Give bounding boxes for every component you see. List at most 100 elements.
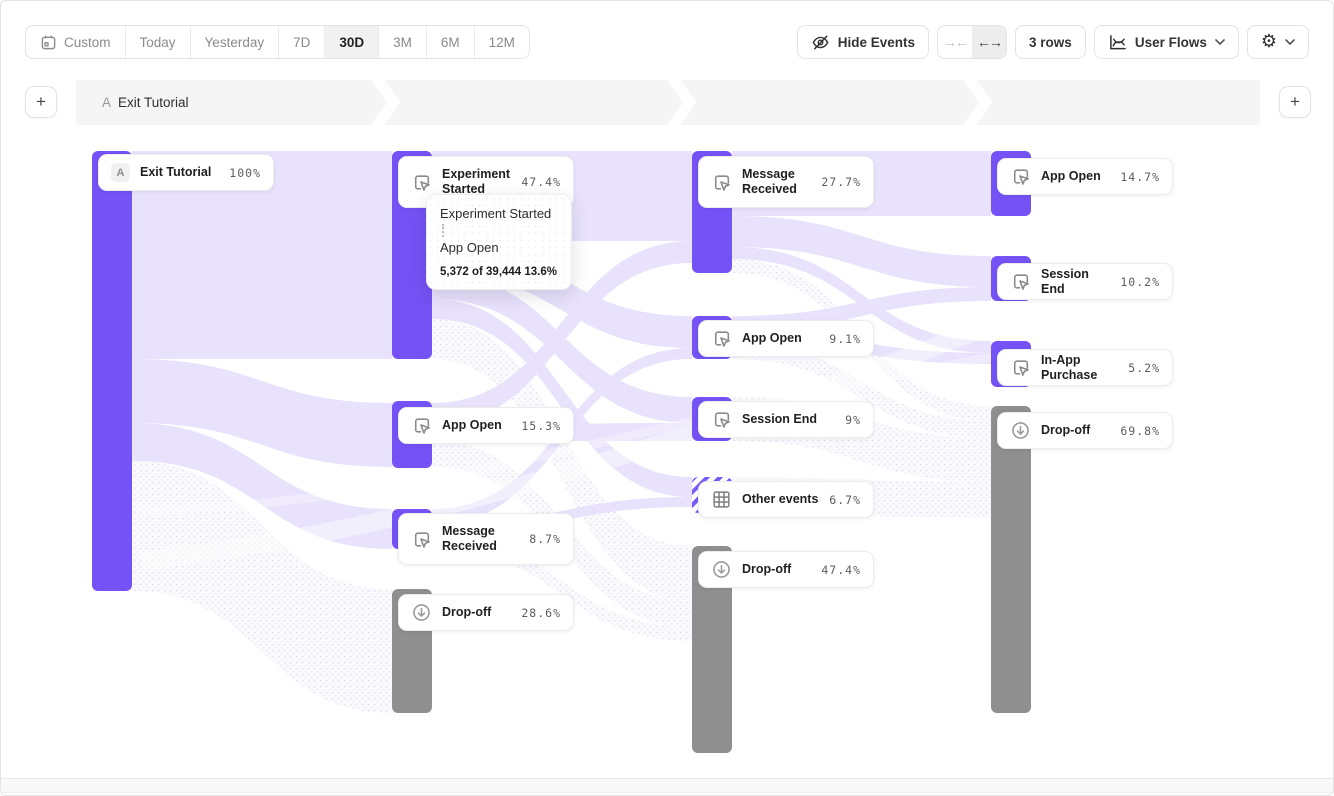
grid-icon bbox=[711, 489, 732, 510]
node-percentage: 28.6% bbox=[521, 606, 561, 620]
add-step-right-button[interactable]: + bbox=[1279, 86, 1311, 118]
node-percentage: 8.7% bbox=[529, 532, 561, 546]
node-card-session-end[interactable]: Session End10.2% bbox=[997, 263, 1173, 300]
node-percentage: 100% bbox=[229, 166, 261, 180]
node-label: Exit Tutorial bbox=[140, 165, 219, 180]
event-cursor-icon bbox=[1010, 271, 1031, 292]
step-band[interactable]: A Exit Tutorial bbox=[76, 80, 1260, 125]
node-card-app-open[interactable]: App Open 14.7% bbox=[997, 158, 1173, 195]
node-label: Drop-off bbox=[442, 605, 511, 620]
tooltip-to-event: App Open bbox=[440, 240, 558, 255]
date-range-label: 12M bbox=[489, 35, 515, 50]
node-label: Experiment Started bbox=[442, 167, 511, 197]
node-percentage: 27.7% bbox=[821, 175, 861, 189]
node-card-drop-off[interactable]: Drop-off 69.8% bbox=[997, 412, 1173, 449]
node-card-message-received[interactable]: Message Received 27.7% bbox=[698, 156, 874, 208]
add-step-left-button[interactable]: + bbox=[25, 86, 57, 118]
node-label: Drop-off bbox=[742, 562, 811, 577]
date-range-label: 30D bbox=[339, 35, 364, 50]
node-percentage: 9.1% bbox=[829, 332, 861, 346]
step-separator-chevron-icon bbox=[372, 80, 402, 125]
width-toggle: →← ←→ bbox=[937, 25, 1007, 59]
date-range-label: 6M bbox=[441, 35, 460, 50]
node-percentage: 69.8% bbox=[1120, 424, 1160, 438]
rows-button[interactable]: 3 rows bbox=[1015, 25, 1086, 59]
toolbar: Custom Today Yesterday 7D 30D 3M 6M 12M Hide Ev… bbox=[25, 25, 1309, 59]
node-label: Message Received bbox=[742, 167, 811, 197]
chart-type-label: User Flows bbox=[1135, 35, 1207, 50]
node-percentage: 15.3% bbox=[521, 419, 561, 433]
date-range-3m[interactable]: 3M bbox=[379, 26, 427, 58]
hide-events-label: Hide Events bbox=[838, 35, 915, 50]
event-cursor-icon bbox=[411, 172, 432, 193]
date-range-today[interactable]: Today bbox=[126, 26, 191, 58]
tooltip-connector bbox=[442, 224, 444, 237]
step-separator-chevron-icon bbox=[964, 80, 994, 125]
date-range-6m[interactable]: 6M bbox=[427, 26, 475, 58]
node-card-in-app-purchase[interactable]: In-App Purchase 5.2% bbox=[997, 349, 1173, 386]
flow-chart-icon bbox=[1108, 34, 1127, 51]
drop-off-icon bbox=[711, 559, 732, 580]
drop-off-icon bbox=[1010, 420, 1031, 441]
step-label: A Exit Tutorial bbox=[102, 80, 189, 125]
node-label: App Open bbox=[1041, 169, 1110, 184]
date-range-custom[interactable]: Custom bbox=[26, 26, 126, 58]
tooltip-from-event: Experiment Started bbox=[440, 206, 558, 221]
node-card-session-end[interactable]: Session End 9% bbox=[698, 401, 874, 438]
step-title: Exit Tutorial bbox=[118, 95, 189, 110]
node-bar-exit-tutorial[interactable] bbox=[92, 151, 132, 591]
expand-width-button[interactable]: ←→ bbox=[972, 26, 1006, 58]
chart-type-dropdown[interactable]: User Flows bbox=[1094, 25, 1239, 59]
node-card-other-events[interactable]: Other events6.7% bbox=[698, 481, 874, 518]
toolbar-right: Hide Events →← ←→ 3 rows User Flows bbox=[797, 25, 1309, 59]
node-percentage: 6.7% bbox=[829, 493, 861, 507]
date-range-30d[interactable]: 30D bbox=[325, 26, 379, 58]
node-percentage: 47.4% bbox=[821, 563, 861, 577]
date-range-yesterday[interactable]: Yesterday bbox=[191, 26, 280, 58]
rows-label: 3 rows bbox=[1029, 35, 1072, 50]
node-card-app-open[interactable]: App Open 9.1% bbox=[698, 320, 874, 357]
hide-events-button[interactable]: Hide Events bbox=[797, 25, 929, 59]
date-range-label: Custom bbox=[64, 35, 111, 50]
step-header: + A Exit Tutorial + bbox=[1, 80, 1333, 125]
settings-dropdown[interactable]: ⚙ bbox=[1247, 25, 1309, 59]
event-cursor-icon bbox=[411, 415, 432, 436]
event-cursor-icon bbox=[711, 172, 732, 193]
node-card-drop-off[interactable]: Drop-off 28.6% bbox=[398, 594, 574, 631]
node-label: Drop-off bbox=[1041, 423, 1110, 438]
date-range-label: Today bbox=[140, 35, 176, 50]
date-range-picker: Custom Today Yesterday 7D 30D 3M 6M 12M bbox=[25, 25, 530, 59]
user-flows-app: Custom Today Yesterday 7D 30D 3M 6M 12M Hide Ev… bbox=[0, 0, 1334, 796]
event-cursor-icon bbox=[411, 529, 432, 550]
chevron-down-icon bbox=[1215, 39, 1225, 45]
gear-icon: ⚙ bbox=[1261, 33, 1277, 51]
node-bar-drop-off[interactable] bbox=[991, 406, 1031, 713]
node-label: In-App Purchase bbox=[1041, 353, 1118, 383]
node-label: Message Received bbox=[442, 524, 519, 554]
node-percentage: 9% bbox=[845, 413, 861, 427]
drop-off-icon bbox=[411, 602, 432, 623]
node-label: App Open bbox=[742, 331, 819, 346]
node-card-message-received[interactable]: Message Received 8.7% bbox=[398, 513, 574, 565]
node-percentage: 14.7% bbox=[1120, 170, 1160, 184]
calendar-icon bbox=[40, 34, 57, 51]
event-cursor-icon bbox=[711, 328, 732, 349]
step-separator-chevron-icon bbox=[668, 80, 698, 125]
node-card-exit-tutorial[interactable]: AExit Tutorial100% bbox=[98, 154, 274, 191]
date-range-label: 7D bbox=[293, 35, 310, 50]
node-label: Session End bbox=[742, 412, 835, 427]
step-letter: A bbox=[102, 95, 111, 110]
node-label: Session End bbox=[1041, 267, 1110, 297]
eye-off-icon bbox=[811, 33, 830, 52]
date-range-12m[interactable]: 12M bbox=[475, 26, 529, 58]
event-cursor-icon bbox=[1010, 166, 1031, 187]
node-percentage: 47.4% bbox=[521, 175, 561, 189]
node-card-drop-off[interactable]: Drop-off 47.4% bbox=[698, 551, 874, 588]
event-cursor-icon bbox=[1010, 357, 1031, 378]
node-card-app-open[interactable]: App Open15.3% bbox=[398, 407, 574, 444]
collapse-width-button[interactable]: →← bbox=[938, 26, 972, 58]
node-percentage: 5.2% bbox=[1128, 361, 1160, 375]
date-range-7d[interactable]: 7D bbox=[279, 26, 325, 58]
date-range-label: 3M bbox=[393, 35, 412, 50]
footer-scrollbar-track[interactable] bbox=[1, 778, 1333, 793]
